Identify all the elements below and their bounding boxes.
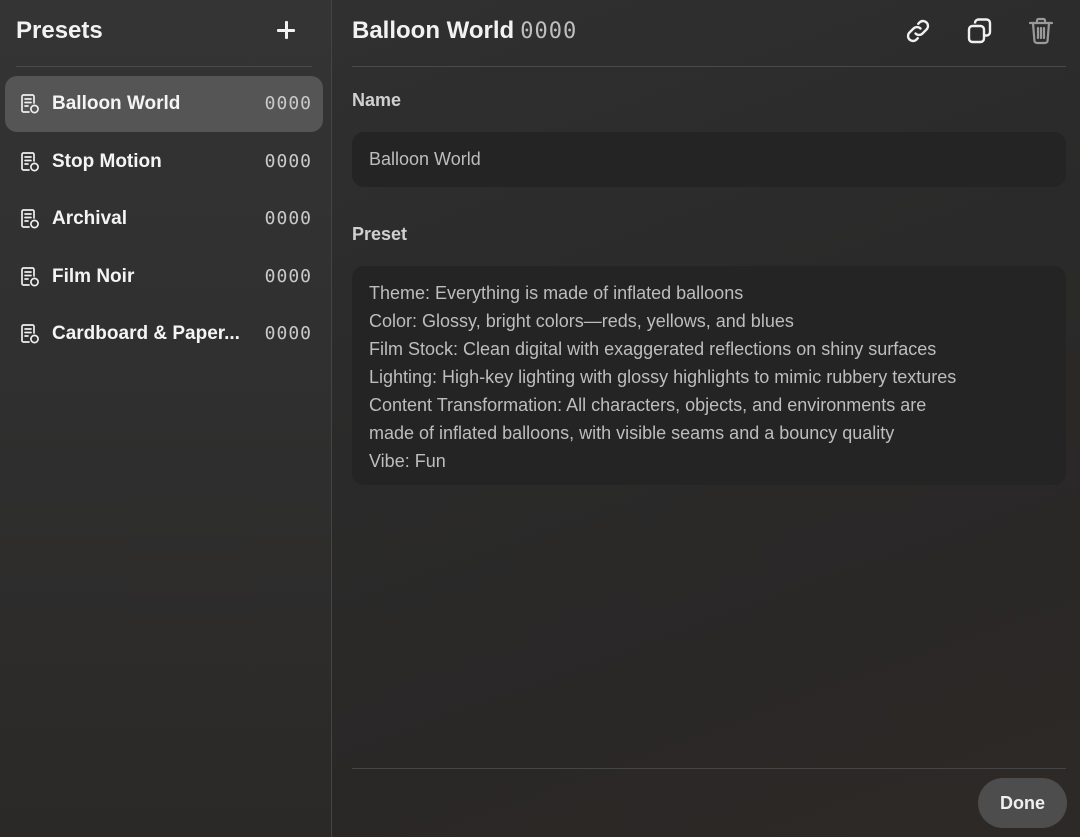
preset-item-code: 0000: [264, 93, 312, 114]
preset-detail-panel: Balloon World0000 Name Preset Theme: Eve…: [333, 0, 1080, 837]
preset-item-label: Film Noir: [52, 265, 135, 287]
preset-item-code: 0000: [264, 265, 312, 287]
name-field[interactable]: [352, 132, 1066, 187]
sidebar: Presets Balloon World 0000 Stop Motion 0…: [0, 0, 332, 837]
preset-item-cardboard-paper[interactable]: Cardboard & Paper... 0000: [5, 306, 323, 362]
preset-item-label: Balloon World: [52, 93, 181, 114]
preset-title-code: 0000: [520, 19, 578, 44]
preset-item-code: 0000: [264, 150, 312, 172]
preset-item-label: Cardboard & Paper...: [52, 323, 240, 344]
preset-doc-icon: [21, 324, 39, 344]
preset-doc-icon: [21, 94, 39, 114]
preset-doc-icon: [21, 151, 39, 171]
preset-item-film-noir[interactable]: Film Noir 0000: [5, 249, 323, 305]
name-field-label: Name: [352, 90, 402, 110]
footer-divider: [352, 768, 1066, 769]
preset-field-label: Preset: [352, 224, 408, 244]
preset-item-balloon-world[interactable]: Balloon World 0000: [5, 76, 323, 132]
preset-item-label: Stop Motion: [52, 150, 162, 172]
preset-item-archival[interactable]: Archival 0000: [5, 191, 323, 247]
preset-item-label: Archival: [52, 208, 127, 229]
copy-icon[interactable]: [964, 15, 996, 47]
detail-header: Balloon World 0000: [352, 0, 1066, 67]
page-title: Balloon World 0000: [352, 17, 577, 45]
trash-icon[interactable]: [1025, 15, 1057, 47]
preset-item-code: 0000: [264, 208, 312, 229]
preset-list: Balloon World 0000 Stop Motion 0000 Arch…: [5, 76, 323, 364]
preset-doc-icon: [21, 209, 39, 229]
app-window: Presets Balloon World 0000 Stop Motion 0…: [0, 0, 1080, 837]
sidebar-header: Presets: [16, 0, 312, 67]
preset-title: Balloon World: [352, 17, 515, 44]
preset-item-code: 0000: [264, 323, 312, 344]
sidebar-title: Presets: [16, 17, 103, 44]
preset-text-field[interactable]: Theme: Everything is made of inflated ba…: [352, 266, 1066, 485]
add-preset-button[interactable]: [272, 16, 300, 44]
preset-item-stop-motion[interactable]: Stop Motion 0000: [5, 134, 323, 190]
done-button[interactable]: Done: [978, 778, 1067, 828]
preset-doc-icon: [21, 266, 39, 286]
link-icon[interactable]: [902, 15, 934, 47]
